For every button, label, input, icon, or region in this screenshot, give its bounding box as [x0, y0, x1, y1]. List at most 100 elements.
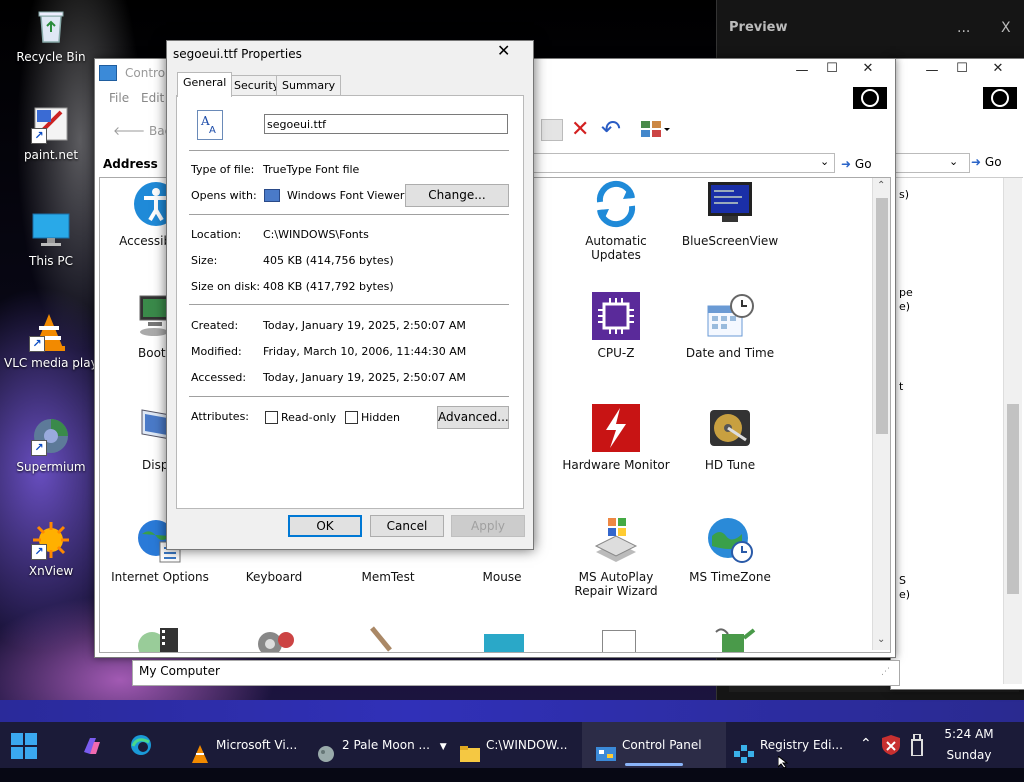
desktop-icon-xnview[interactable]: ↗ XnView	[6, 520, 96, 578]
cp-item-label: Keyboard	[245, 570, 303, 584]
minimize-button[interactable]: —	[787, 63, 817, 78]
taskbar-item-explorer[interactable]: C:\WINDOW...	[452, 722, 578, 768]
menu-file[interactable]: File	[109, 91, 129, 105]
arrow-right-icon: ➜	[841, 157, 852, 171]
desktop-icon-vlc[interactable]: ↗ VLC media playe	[4, 312, 106, 370]
maximize-button[interactable]: ☐	[817, 61, 847, 76]
readonly-checkbox[interactable]	[265, 411, 278, 424]
taskbar-item-registry-editor[interactable]: Registry Edi...	[726, 722, 858, 768]
vertical-scrollbar[interactable]	[1003, 178, 1022, 684]
taskbar-item-vlc[interactable]: Microsoft Vi...	[182, 722, 306, 768]
cp-item-bluescreenview[interactable]: BlueScreenView	[674, 180, 786, 248]
more-options-button[interactable]: ...	[957, 20, 970, 36]
chevron-down-icon[interactable]: ⌄	[949, 155, 958, 168]
start-button[interactable]	[10, 732, 38, 760]
desktop-icon-supermium[interactable]: ↗ Supermium	[6, 416, 96, 474]
partial-label: e)	[899, 300, 911, 313]
vertical-scrollbar[interactable]: ⌃ ⌄	[872, 178, 890, 650]
close-button[interactable]: ✕	[853, 61, 883, 76]
ok-button[interactable]: OK	[288, 515, 362, 537]
cp-item-ms-timezone[interactable]: MS TimeZone	[674, 516, 786, 584]
created-label: Created:	[191, 319, 239, 332]
cp-item-automatic-updates[interactable]: Automatic Updates	[560, 180, 672, 262]
cp-item-hardware-monitor[interactable]: Hardware Monitor	[560, 404, 672, 472]
minimize-button[interactable]: —	[917, 63, 947, 78]
scrollbar-thumb[interactable]	[876, 198, 888, 434]
cp-item-label: MS TimeZone	[689, 570, 771, 584]
cp-item-partial-icon[interactable]	[138, 626, 182, 652]
bluescreenview-icon	[706, 180, 754, 228]
cp-item-label: MemTest	[361, 570, 415, 584]
desktop-icon-label: VLC media playe	[4, 356, 106, 370]
size-on-disk-value: 408 KB (417,792 bytes)	[263, 280, 394, 293]
undo-icon[interactable]: ↶	[601, 115, 621, 143]
delete-icon[interactable]: ✕	[571, 117, 589, 142]
usb-drive-icon[interactable]	[910, 733, 924, 757]
taskbar: Microsoft Vi... 2 Pale Moon ... ▼ C:\WIN…	[0, 722, 1024, 768]
circle-icon	[853, 87, 887, 109]
chevron-down-icon[interactable]: ▼	[440, 742, 447, 752]
apply-button[interactable]: Apply	[451, 515, 525, 537]
tab-summary[interactable]: Summary	[276, 75, 342, 96]
created-value: Today, January 19, 2025, 2:50:07 AM	[263, 319, 466, 332]
vlc-icon: ↗	[29, 312, 69, 352]
gears-icon[interactable]	[252, 626, 296, 652]
hidden-label[interactable]: Hidden	[361, 411, 400, 424]
brush-icon[interactable]	[366, 626, 396, 652]
cp-item-ms-autoplay-repair[interactable]: MS AutoPlay Repair Wizard	[560, 516, 672, 598]
scroll-down-icon[interactable]: ⌄	[877, 634, 885, 645]
cp-item-bootskin[interactable]: BootS	[108, 292, 173, 360]
preview-close-button[interactable]: X	[1001, 20, 1011, 36]
views-icon[interactable]	[641, 121, 670, 137]
opens-with-value: Windows Font Viewer	[287, 189, 405, 202]
font-file-icon: AA	[197, 110, 223, 140]
close-button[interactable]: ✕	[983, 61, 1013, 76]
monitor-icon[interactable]	[484, 634, 524, 652]
advanced-button[interactable]: Advanced...	[437, 406, 509, 429]
supermium-icon: ↗	[31, 416, 71, 456]
scrollbar-thumb[interactable]	[1007, 404, 1019, 594]
address-field[interactable]: ⌄	[891, 153, 970, 173]
clock-time[interactable]: 5:24 AM	[944, 727, 994, 741]
edge-icon[interactable]	[130, 734, 152, 756]
chevron-up-icon[interactable]: ⌃	[860, 736, 872, 752]
vlc-icon	[190, 736, 210, 763]
maximize-button[interactable]: ☐	[947, 61, 977, 76]
taskbar-item-pale-moon[interactable]: 2 Pale Moon ... ▼	[308, 722, 456, 768]
desktop-icon-this-pc[interactable]: This PC	[6, 210, 96, 268]
cp-item-label: Mouse	[482, 570, 522, 584]
dialog-close-button[interactable]: ✕	[497, 41, 510, 60]
desktop-icon-paint-net[interactable]: ↗ paint.net	[6, 104, 96, 162]
cp-item-cpu-z[interactable]: CPU-Z	[560, 292, 672, 360]
go-button[interactable]: ➜ Go	[841, 157, 872, 171]
security-shield-icon[interactable]	[880, 734, 902, 756]
separator	[189, 396, 509, 397]
type-label: Type of file:	[191, 163, 255, 176]
filename-input[interactable]: segoeui.ttf	[264, 114, 508, 134]
clock-day[interactable]: Sunday	[944, 748, 994, 762]
desktop-icon-label: XnView	[28, 564, 74, 578]
menu-edit[interactable]: Edit	[141, 91, 164, 105]
desktop-icon-recycle-bin[interactable]: Recycle Bin	[6, 6, 96, 64]
copilot-icon[interactable]	[80, 734, 104, 758]
hidden-checkbox[interactable]	[345, 411, 358, 424]
size-on-disk-label: Size on disk:	[191, 280, 261, 293]
watering-can-icon[interactable]	[712, 626, 756, 652]
change-button[interactable]: Change...	[405, 184, 509, 207]
cp-item-label: HD Tune	[704, 458, 756, 472]
cancel-button[interactable]: Cancel	[370, 515, 444, 537]
cp-item-date-time[interactable]: Date and Time	[674, 292, 786, 360]
document-icon[interactable]	[602, 630, 636, 652]
address-field[interactable]: ⌄	[515, 153, 835, 173]
tab-general[interactable]: General	[177, 72, 233, 97]
go-button[interactable]: ➜ Go	[971, 155, 1002, 169]
chevron-down-icon[interactable]: ⌄	[820, 155, 829, 168]
readonly-label[interactable]: Read-only	[281, 411, 336, 424]
cp-item-display[interactable]: Displ	[108, 404, 177, 472]
scroll-up-icon[interactable]: ⌃	[877, 180, 885, 191]
copy-icon[interactable]	[541, 119, 563, 141]
resize-grip-icon[interactable]: ⋰	[881, 667, 890, 677]
taskbar-item-control-panel[interactable]: Control Panel	[582, 722, 726, 768]
partial-label: s)	[899, 188, 910, 201]
cp-item-hd-tune[interactable]: HD Tune	[674, 404, 786, 472]
